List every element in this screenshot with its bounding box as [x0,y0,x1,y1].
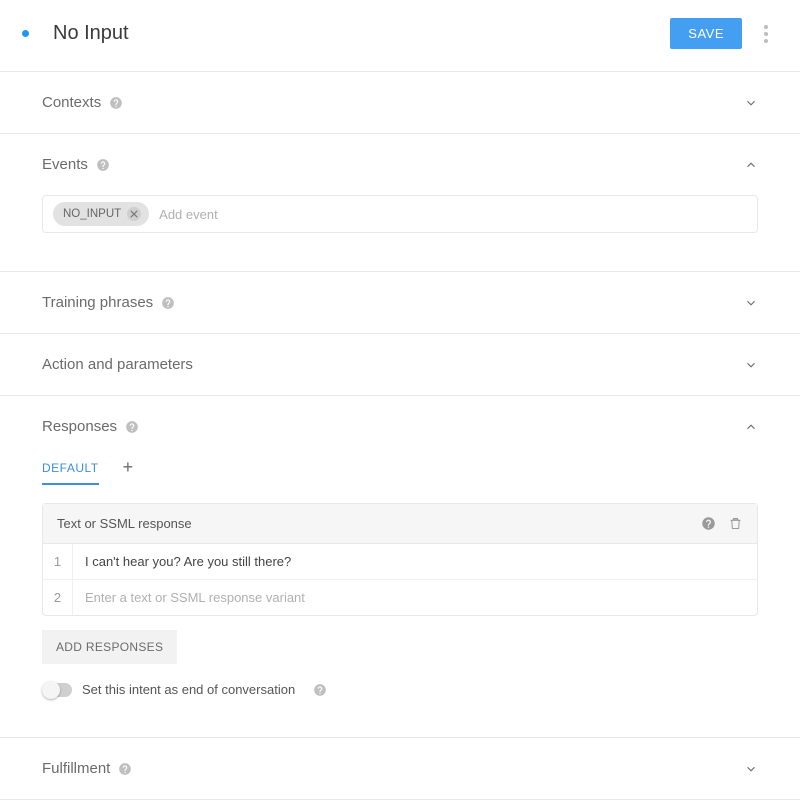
section-head-events[interactable]: Events [0,134,800,195]
section-head-training[interactable]: Training phrases [0,272,800,333]
add-event-input[interactable] [157,206,747,223]
response-row: 1 [43,544,757,579]
end-of-conversation-label: Set this intent as end of conversation [82,682,295,697]
add-responses-button[interactable]: ADD RESPONSES [42,630,177,664]
help-icon[interactable] [313,683,327,697]
end-of-conversation-toggle[interactable] [42,683,72,697]
more-menu-button[interactable] [754,25,778,43]
section-title-training: Training phrases [42,294,153,311]
help-icon[interactable] [118,762,132,776]
section-title-events: Events [42,156,88,173]
tab-default[interactable]: DEFAULT [42,453,99,485]
chevron-down-icon [744,762,758,776]
section-head-responses[interactable]: Responses [0,396,800,457]
section-title-fulfillment: Fulfillment [42,760,110,777]
section-title-contexts: Contexts [42,94,101,111]
chevron-down-icon [744,358,758,372]
close-icon[interactable] [127,207,141,221]
events-chip-row[interactable]: NO_INPUT [42,195,758,233]
event-chip-label: NO_INPUT [63,208,121,220]
page-title: No Input [53,22,670,45]
chevron-up-icon [744,158,758,172]
response-row: 2 [43,579,757,615]
help-icon[interactable] [125,420,139,434]
section-title-action: Action and parameters [42,356,193,373]
response-row-index: 1 [43,544,73,579]
trash-icon[interactable] [728,516,743,531]
help-icon[interactable] [96,158,110,172]
add-tab-button[interactable]: + [123,457,134,482]
section-title-responses: Responses [42,418,117,435]
response-row-index: 2 [43,580,73,615]
section-head-fulfillment[interactable]: Fulfillment [0,738,800,799]
help-icon[interactable] [109,96,123,110]
status-dot [22,30,29,37]
event-chip: NO_INPUT [53,202,149,226]
section-head-contexts[interactable]: Contexts [0,72,800,133]
response-card-title: Text or SSML response [57,516,192,531]
help-icon[interactable] [161,296,175,310]
response-input[interactable] [73,544,757,579]
response-input[interactable] [73,580,757,615]
save-button[interactable]: SAVE [670,18,742,49]
chevron-down-icon [744,96,758,110]
help-icon[interactable] [701,516,716,531]
chevron-down-icon [744,296,758,310]
section-head-action[interactable]: Action and parameters [0,334,800,395]
chevron-up-icon [744,420,758,434]
